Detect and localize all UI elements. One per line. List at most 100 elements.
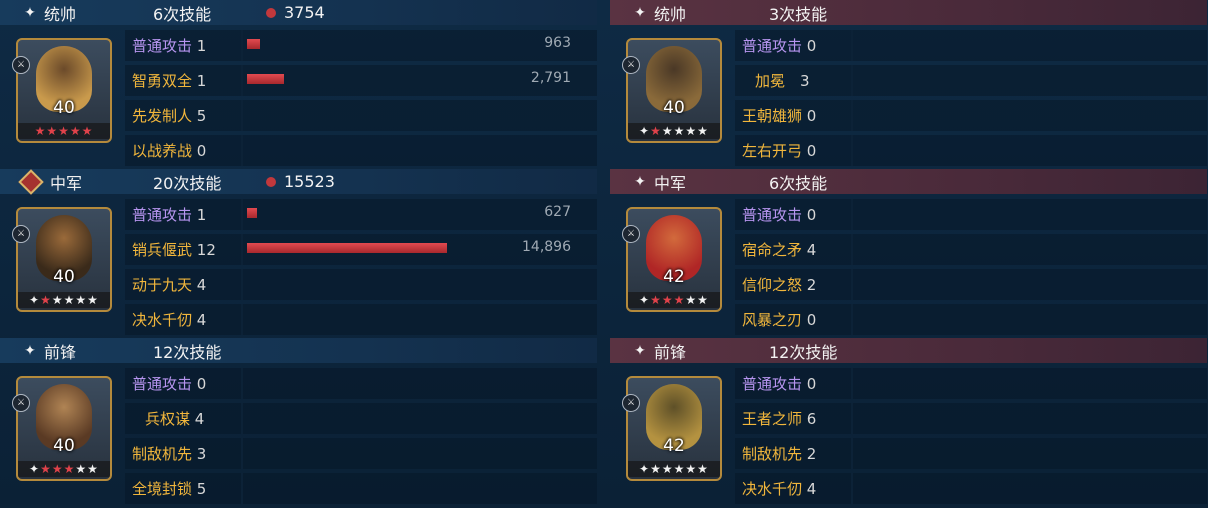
hero-portrait[interactable]: 40 ✦★★★★★: [626, 38, 722, 143]
skill-name: 左右开弓: [742, 142, 803, 160]
star-icon: ★: [685, 293, 698, 307]
skill-row: 风暴之刃 0: [735, 304, 1207, 335]
skill-name: 信仰之怒: [742, 276, 803, 294]
skill-times: 0: [806, 375, 817, 393]
skill-times: 4: [194, 410, 205, 428]
hero-portrait[interactable]: 40 ✦★★★★★: [16, 207, 112, 312]
skill-label: 加冕 3: [755, 70, 810, 91]
row-divider: [241, 403, 243, 434]
skill-times: 4: [196, 276, 207, 294]
skill-count: 6次技能: [153, 4, 212, 24]
star-icon: ★: [63, 462, 76, 476]
hero-level: 40: [53, 436, 75, 456]
group-header: ✦ 中军 6次技能: [610, 169, 1207, 194]
spark-icon: ✦: [24, 4, 36, 21]
skill-row: 信仰之怒 2: [735, 269, 1207, 300]
unit-type-icon: ⚔: [12, 56, 30, 74]
skill-row: 王者之师 6: [735, 403, 1207, 434]
skill-row: 左右开弓 0: [735, 135, 1207, 166]
skill-label: 左右开弓 0: [742, 140, 816, 161]
skill-label: 制敌机先 2: [742, 443, 816, 464]
skill-label: 决水千仞 4: [742, 478, 816, 499]
star-icon: ★: [650, 293, 662, 307]
enemy-team-panel: ✦ 统帅 3次技能 ⚔ 40 ✦★★★★★ 普通攻击 0 加冕 3 王朝雄狮 0 左右开弓 0 ✦ 中…: [610, 0, 1207, 504]
star-icon: ★: [51, 462, 64, 476]
skill-times: 0: [806, 37, 817, 55]
skill-row: 加冕 3: [735, 65, 1207, 96]
row-divider: [851, 403, 853, 434]
row-divider: [241, 473, 243, 504]
skill-label: 普通攻击 0: [742, 204, 816, 225]
damage-dot-icon: [266, 7, 276, 18]
hero-group-1: 中军 20次技能 15523 ⚔ 40 ✦★★★★★ 普通攻击 1 627 销兵偃武 12 14,…: [0, 168, 597, 338]
skill-row: 全境封锁 5: [125, 473, 597, 504]
skill-label: 普通攻击 0: [742, 35, 816, 56]
skill-times: 5: [196, 480, 207, 498]
skill-name: 先发制人: [132, 107, 193, 125]
skill-times: 0: [196, 142, 207, 160]
skill-times: 2: [806, 276, 817, 294]
row-divider: [851, 135, 853, 166]
hero-group-2: ✦ 前锋 12次技能 ⚔ 40 ✦★★★★★ 普通攻击 0 兵权谋 4 制敌机先 3 全境封锁 5: [0, 338, 597, 507]
skill-row: 智勇双全 1 2,791: [125, 65, 597, 96]
skill-row: 以战养战 0: [125, 135, 597, 166]
star-icon: ★: [75, 293, 88, 307]
skill-label: 宿命之矛 4: [742, 239, 816, 260]
skill-label: 制敌机先 3: [132, 443, 206, 464]
damage-bar: [247, 74, 284, 84]
skill-times: 2: [806, 445, 817, 463]
skill-rows: 普通攻击 0 宿命之矛 4 信仰之怒 2 风暴之刃 0: [735, 199, 1207, 339]
star-icon: ★: [685, 124, 698, 138]
unit-type-icon: ⚔: [622, 394, 640, 412]
skill-row: 王朝雄狮 0: [735, 100, 1207, 131]
skill-row: 销兵偃武 12 14,896: [125, 234, 597, 265]
skill-label: 普通攻击 0: [742, 373, 816, 394]
skill-times: 5: [196, 107, 207, 125]
row-divider: [851, 269, 853, 300]
total-damage-value: 15523: [284, 172, 335, 191]
unit-type-icon: ⚔: [622, 225, 640, 243]
star-icon: ★: [661, 462, 674, 476]
role-title: 中军: [50, 173, 83, 193]
hero-group-1: ✦ 中军 6次技能 ⚔ 42 ✦★★★★★ 普通攻击 0 宿命之矛 4 信仰之怒 2 风暴之刃 0: [610, 169, 1207, 338]
star-icon: ✦: [29, 293, 41, 307]
skill-row: 决水千仞 4: [735, 473, 1207, 504]
skill-times: 1: [196, 72, 207, 90]
hero-group-0: ✦ 统帅 6次技能 3754 ⚔ 40 ★★★★★ 普通攻击 1 963 智勇双全 1 2,791 先…: [0, 0, 597, 169]
hero-portrait[interactable]: 42 ✦★★★★★: [626, 376, 722, 481]
star-icon: ★: [650, 462, 662, 476]
row-divider: [851, 473, 853, 504]
skill-name: 动于九天: [132, 276, 193, 294]
star-icon: ★: [685, 462, 698, 476]
row-divider: [241, 65, 243, 96]
skill-name: 宿命之矛: [742, 241, 803, 259]
role-title: 前锋: [654, 342, 687, 362]
skill-rows: 普通攻击 0 加冕 3 王朝雄狮 0 左右开弓 0: [735, 30, 1207, 170]
skill-label: 王朝雄狮 0: [742, 105, 816, 126]
skill-count: 20次技能: [153, 173, 222, 193]
hero-level: 40: [53, 267, 75, 287]
group-header: ✦ 统帅 6次技能 3754: [0, 0, 597, 25]
skill-row: 普通攻击 0: [735, 199, 1207, 230]
hero-portrait[interactable]: 42 ✦★★★★★: [626, 207, 722, 312]
unit-type-icon: ⚔: [12, 394, 30, 412]
hero-portrait[interactable]: 40 ★★★★★: [16, 38, 112, 143]
skill-name: 风暴之刃: [742, 311, 803, 329]
group-header: ✦ 统帅 3次技能: [610, 0, 1207, 25]
skill-name: 普通攻击: [132, 206, 193, 224]
hero-portrait[interactable]: 40 ✦★★★★★: [16, 376, 112, 481]
group-header: ✦ 前锋 12次技能: [0, 338, 597, 363]
spark-icon: ✦: [24, 342, 36, 359]
hero-level: 42: [663, 436, 685, 456]
star-rating: ✦★★★★★: [628, 461, 720, 477]
skill-times: 1: [196, 37, 207, 55]
skill-times: 0: [806, 142, 817, 160]
player-team-panel: ✦ 统帅 6次技能 3754 ⚔ 40 ★★★★★ 普通攻击 1 963 智勇双全 1 2,791 先…: [0, 0, 597, 504]
skill-row: 制敌机先 3: [125, 438, 597, 469]
star-rating: ✦★★★★★: [18, 292, 110, 308]
damage-value: 14,896: [522, 239, 571, 255]
skill-label: 兵权谋 4: [145, 408, 204, 429]
skill-row: 兵权谋 4: [125, 403, 597, 434]
damage-value: 2,791: [530, 70, 571, 86]
star-icon: ★: [63, 293, 76, 307]
